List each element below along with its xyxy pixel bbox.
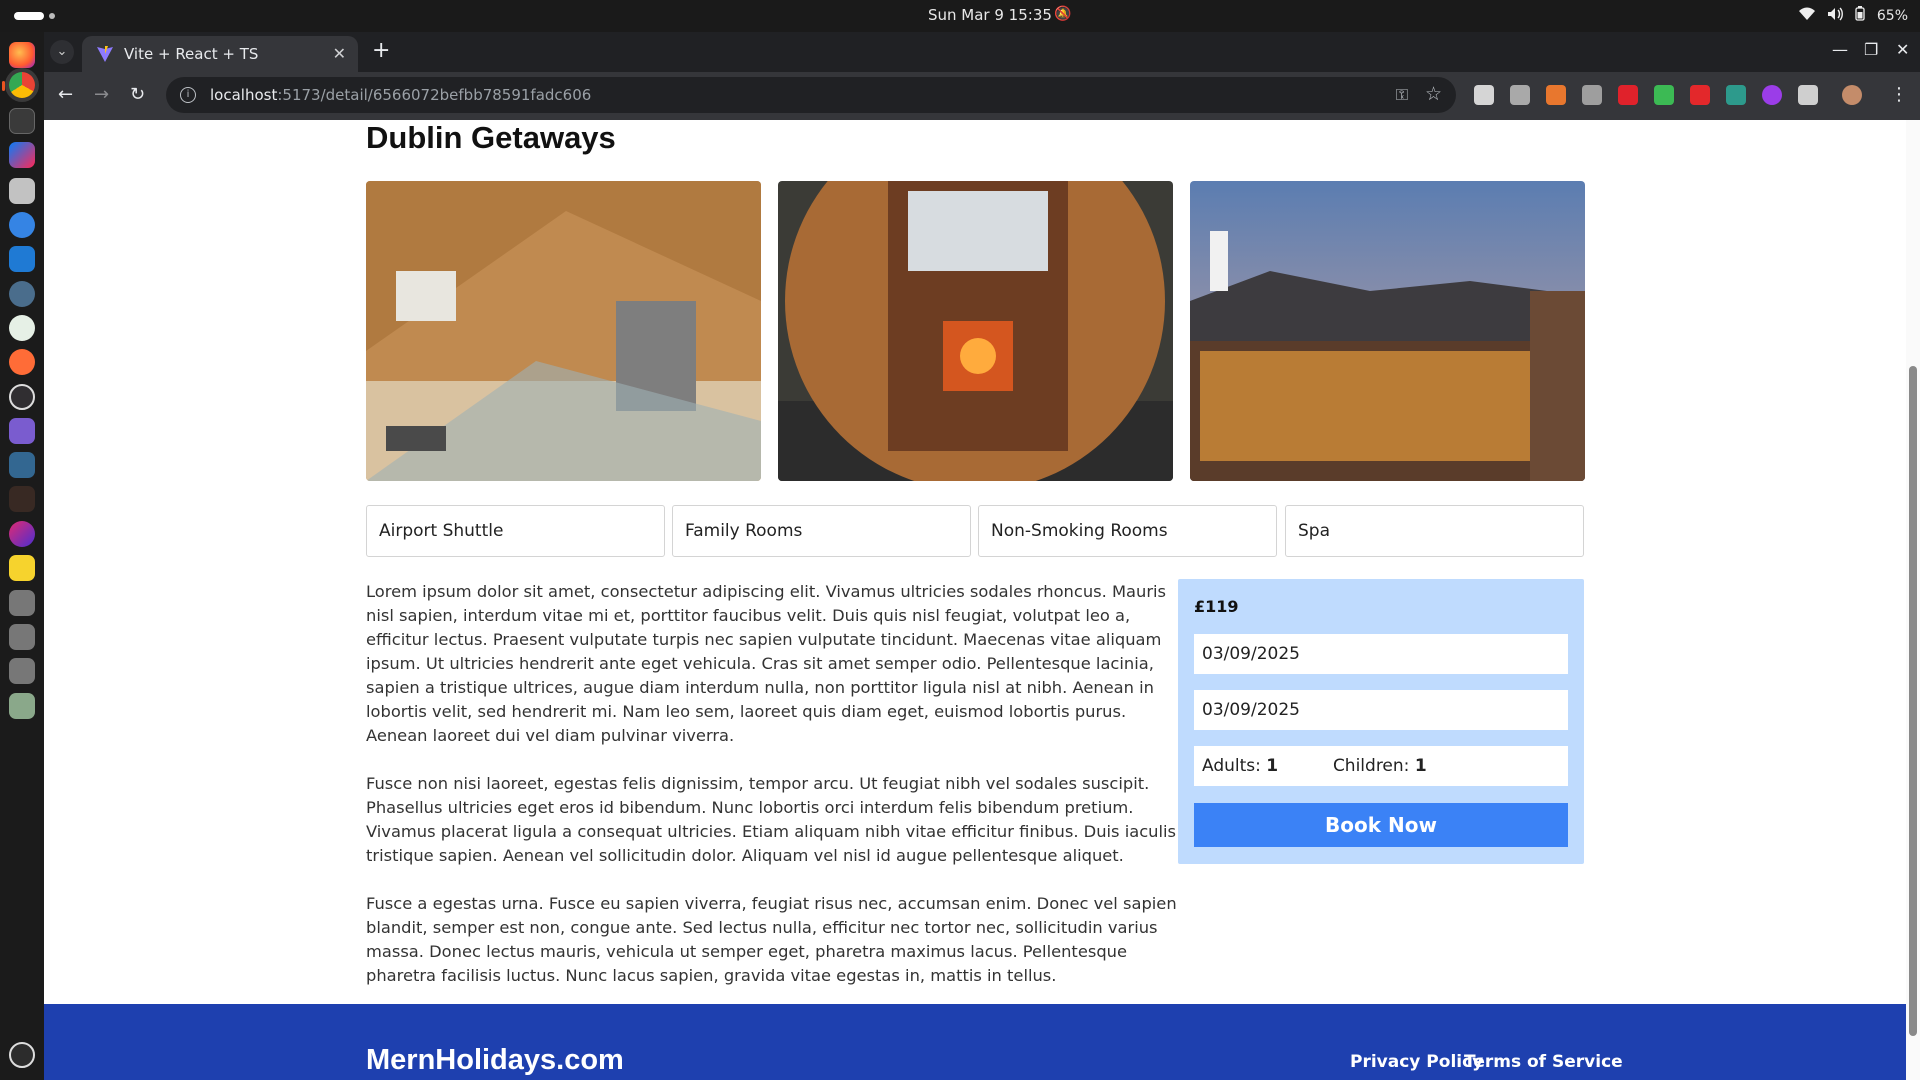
browser-tab-active[interactable]: Vite + React + TS ✕ <box>82 36 358 72</box>
battery-icon <box>1855 6 1865 25</box>
dbeaver-icon[interactable] <box>9 486 35 512</box>
show-apps-icon[interactable] <box>9 1042 35 1068</box>
application-dock <box>0 32 44 1080</box>
guest-count-field: Adults: 1 Children: 1 <box>1194 746 1568 786</box>
workspace-dot <box>49 13 55 19</box>
children-label: Children: <box>1332 756 1410 776</box>
close-tab-icon[interactable]: ✕ <box>333 44 346 63</box>
description-paragraph-1: Lorem ipsum dolor sit amet, consectetur … <box>366 582 1167 745</box>
browser-menu-icon[interactable]: ⋮ <box>1890 84 1908 105</box>
terms-of-service-link[interactable]: Terms of Service <box>1464 1052 1623 1072</box>
adults-label: Adults: <box>1202 756 1261 776</box>
extension-red-icon[interactable] <box>1618 85 1638 105</box>
chrome-icon[interactable] <box>9 72 35 98</box>
minimize-icon[interactable]: — <box>1832 40 1848 59</box>
help-icon[interactable] <box>9 212 35 238</box>
vite-favicon-icon <box>97 46 113 62</box>
new-tab-icon[interactable]: + <box>372 38 390 63</box>
reload-icon[interactable]: ↻ <box>130 84 145 105</box>
scrollbar-thumb[interactable] <box>1909 366 1917 1036</box>
mongodb-compass-icon[interactable] <box>9 315 35 341</box>
postgres-icon[interactable] <box>9 452 35 478</box>
extension-pdf-icon[interactable] <box>1726 85 1746 105</box>
profile-avatar[interactable] <box>1842 85 1862 105</box>
trash-icon[interactable] <box>9 693 35 719</box>
jetbrains-icon[interactable] <box>9 142 35 168</box>
extension-purple-icon[interactable] <box>1762 85 1782 105</box>
facility-airport-shuttle: Airport Shuttle <box>366 505 665 557</box>
hotel-description: Lorem ipsum dolor sit amet, consectetur … <box>366 580 1178 1012</box>
disk-icon-2[interactable] <box>9 624 35 650</box>
system-clock[interactable]: Sun Mar 9 15:35 <box>928 6 1052 24</box>
hotel-detail-page: Dublin Getaways Airport Shuttle Family R… <box>44 120 1906 1080</box>
notifications-off-icon: 🔕 <box>1054 6 1072 22</box>
network-tool-icon[interactable] <box>9 281 35 307</box>
facility-family-rooms: Family Rooms <box>672 505 971 557</box>
hotel-image-sauna <box>778 181 1173 481</box>
facility-non-smoking-rooms: Non-Smoking Rooms <box>978 505 1277 557</box>
description-paragraph-2: Fusce non nisi laoreet, egestas felis di… <box>366 774 1177 865</box>
check-out-date-input[interactable]: 03/09/2025 <box>1194 690 1568 730</box>
hotel-title: Dublin Getaways <box>366 120 616 155</box>
address-bar[interactable]: i localhost:5173/detail/6566072befbb7859… <box>166 77 1456 113</box>
volume-icon <box>1827 7 1843 25</box>
activities-indicator[interactable] <box>14 12 44 20</box>
description-paragraph-3: Fusce a egestas urna. Fusce eu sapien vi… <box>366 894 1177 985</box>
system-tray[interactable]: 65% <box>1798 6 1908 25</box>
text-editor-icon[interactable] <box>9 555 35 581</box>
page-scrollbar[interactable] <box>1906 120 1920 1080</box>
facility-spa: Spa <box>1285 505 1584 557</box>
firefox-icon[interactable] <box>9 42 35 68</box>
url-host: localhost <box>210 86 278 104</box>
postman-icon[interactable] <box>9 349 35 375</box>
url-path: :5173/detail/6566072befbb78591fadc606 <box>277 86 592 104</box>
browser-toolbar: ← → ↻ i localhost:5173/detail/6566072bef… <box>44 72 1920 120</box>
forward-icon[interactable]: → <box>94 84 109 105</box>
tab-search-button[interactable]: ⌄ <box>50 40 74 64</box>
children-input[interactable]: 1 <box>1415 756 1427 776</box>
extensions-puzzle-icon[interactable] <box>1798 85 1818 105</box>
obs-icon[interactable] <box>9 384 35 410</box>
site-footer: MernHolidays.com Privacy Policy Terms of… <box>44 1004 1906 1080</box>
battery-percentage: 65% <box>1876 7 1908 24</box>
app-purple-icon[interactable] <box>9 418 35 444</box>
terminal-icon[interactable] <box>9 108 35 134</box>
bookmark-star-icon[interactable]: ☆ <box>1425 83 1442 105</box>
book-now-button[interactable]: Book Now <box>1194 803 1568 847</box>
check-in-date-input[interactable]: 03/09/2025 <box>1194 634 1568 674</box>
site-info-icon[interactable]: i <box>180 87 196 103</box>
media-app-icon[interactable] <box>9 521 35 547</box>
browser-chrome: ⌄ Vite + React + TS ✕ + — ❐ ✕ ← → ↻ i lo… <box>44 32 1920 120</box>
extension-icon-1[interactable] <box>1474 85 1494 105</box>
extension-camera-icon[interactable] <box>1510 85 1530 105</box>
footer-brand[interactable]: MernHolidays.com <box>366 1044 624 1077</box>
back-icon[interactable]: ← <box>58 84 73 105</box>
extension-icon-4[interactable] <box>1582 85 1602 105</box>
hotel-image-interior <box>366 181 761 481</box>
disk-icon-1[interactable] <box>9 590 35 616</box>
wifi-icon <box>1798 7 1815 25</box>
tab-title: Vite + React + TS <box>124 45 259 63</box>
restore-icon[interactable]: ❐ <box>1864 40 1878 59</box>
extension-fox-icon[interactable] <box>1546 85 1566 105</box>
system-top-bar: Sun Mar 9 15:35 🔕 65% <box>0 0 1920 32</box>
url-text[interactable]: localhost:5173/detail/6566072befbb78591f… <box>210 86 591 104</box>
files-icon[interactable] <box>9 178 35 204</box>
booking-form: £119 03/09/2025 03/09/2025 Adults: 1 Chi… <box>1178 579 1584 864</box>
price-per-night: £119 <box>1194 597 1239 616</box>
extension-video-icon[interactable] <box>1690 85 1710 105</box>
extension-shield-icon[interactable] <box>1654 85 1674 105</box>
tab-strip: ⌄ Vite + React + TS ✕ + — ❐ ✕ <box>44 32 1920 72</box>
disk-icon-3[interactable] <box>9 658 35 684</box>
close-window-icon[interactable]: ✕ <box>1896 40 1909 59</box>
adults-input[interactable]: 1 <box>1266 756 1278 776</box>
hotel-image-city-night <box>1190 181 1585 481</box>
password-key-icon[interactable]: ⚿ <box>1396 85 1408 105</box>
vscode-icon[interactable] <box>9 246 35 272</box>
